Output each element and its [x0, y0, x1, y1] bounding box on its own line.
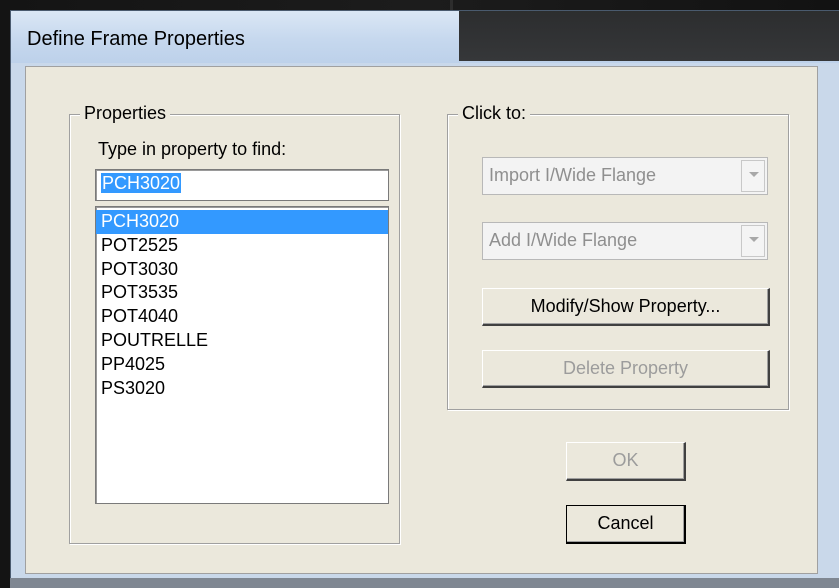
click-to-group-label: Click to: — [458, 103, 531, 124]
list-item-pot2525[interactable]: POT2525 — [96, 234, 388, 258]
list-item-pot3030[interactable]: POT3030 — [96, 258, 388, 282]
dialog-client-area: Properties Type in property to find: PCH… — [25, 66, 818, 574]
chevron-down-icon[interactable] — [741, 225, 765, 257]
find-property-input[interactable]: PCH3020 — [95, 169, 389, 201]
dialog-window: Define Frame Properties Properties Type … — [10, 10, 839, 588]
delete-property-button[interactable]: Delete Property — [482, 350, 770, 388]
list-item-pp4025[interactable]: PP4025 — [96, 353, 388, 377]
title-bar-overlay — [459, 11, 839, 61]
title-bar[interactable]: Define Frame Properties — [11, 11, 839, 63]
properties-group: Properties Type in property to find: PCH… — [69, 103, 400, 544]
dialog-title: Define Frame Properties — [27, 28, 245, 50]
list-item-ps3020[interactable]: PS3020 — [96, 377, 388, 401]
cancel-button[interactable]: Cancel — [566, 505, 686, 544]
click-to-group: Click to: Import I/Wide Flange Add I/Wid… — [447, 103, 789, 410]
import-section-combo-value: Import I/Wide Flange — [489, 165, 657, 185]
window-bottom-edge — [10, 578, 839, 588]
chevron-down-icon[interactable] — [741, 160, 765, 192]
properties-listbox[interactable]: PCH3020 POT2525 POT3030 POT3535 POT4040 … — [95, 206, 389, 504]
list-item-pot3535[interactable]: POT3535 — [96, 281, 388, 305]
add-section-combo[interactable]: Add I/Wide Flange — [482, 222, 768, 260]
list-item-pot4040[interactable]: POT4040 — [96, 305, 388, 329]
ok-button[interactable]: OK — [566, 442, 686, 481]
properties-group-label: Properties — [80, 103, 171, 124]
find-property-value: PCH3020 — [101, 173, 182, 193]
modify-show-property-button[interactable]: Modify/Show Property... — [482, 288, 770, 326]
list-item-pch3020[interactable]: PCH3020 — [96, 210, 388, 234]
list-item-poutrelle[interactable]: POUTRELLE — [96, 329, 388, 353]
add-section-combo-value: Add I/Wide Flange — [489, 230, 638, 250]
find-property-label: Type in property to find: — [98, 139, 287, 159]
import-section-combo[interactable]: Import I/Wide Flange — [482, 157, 768, 195]
